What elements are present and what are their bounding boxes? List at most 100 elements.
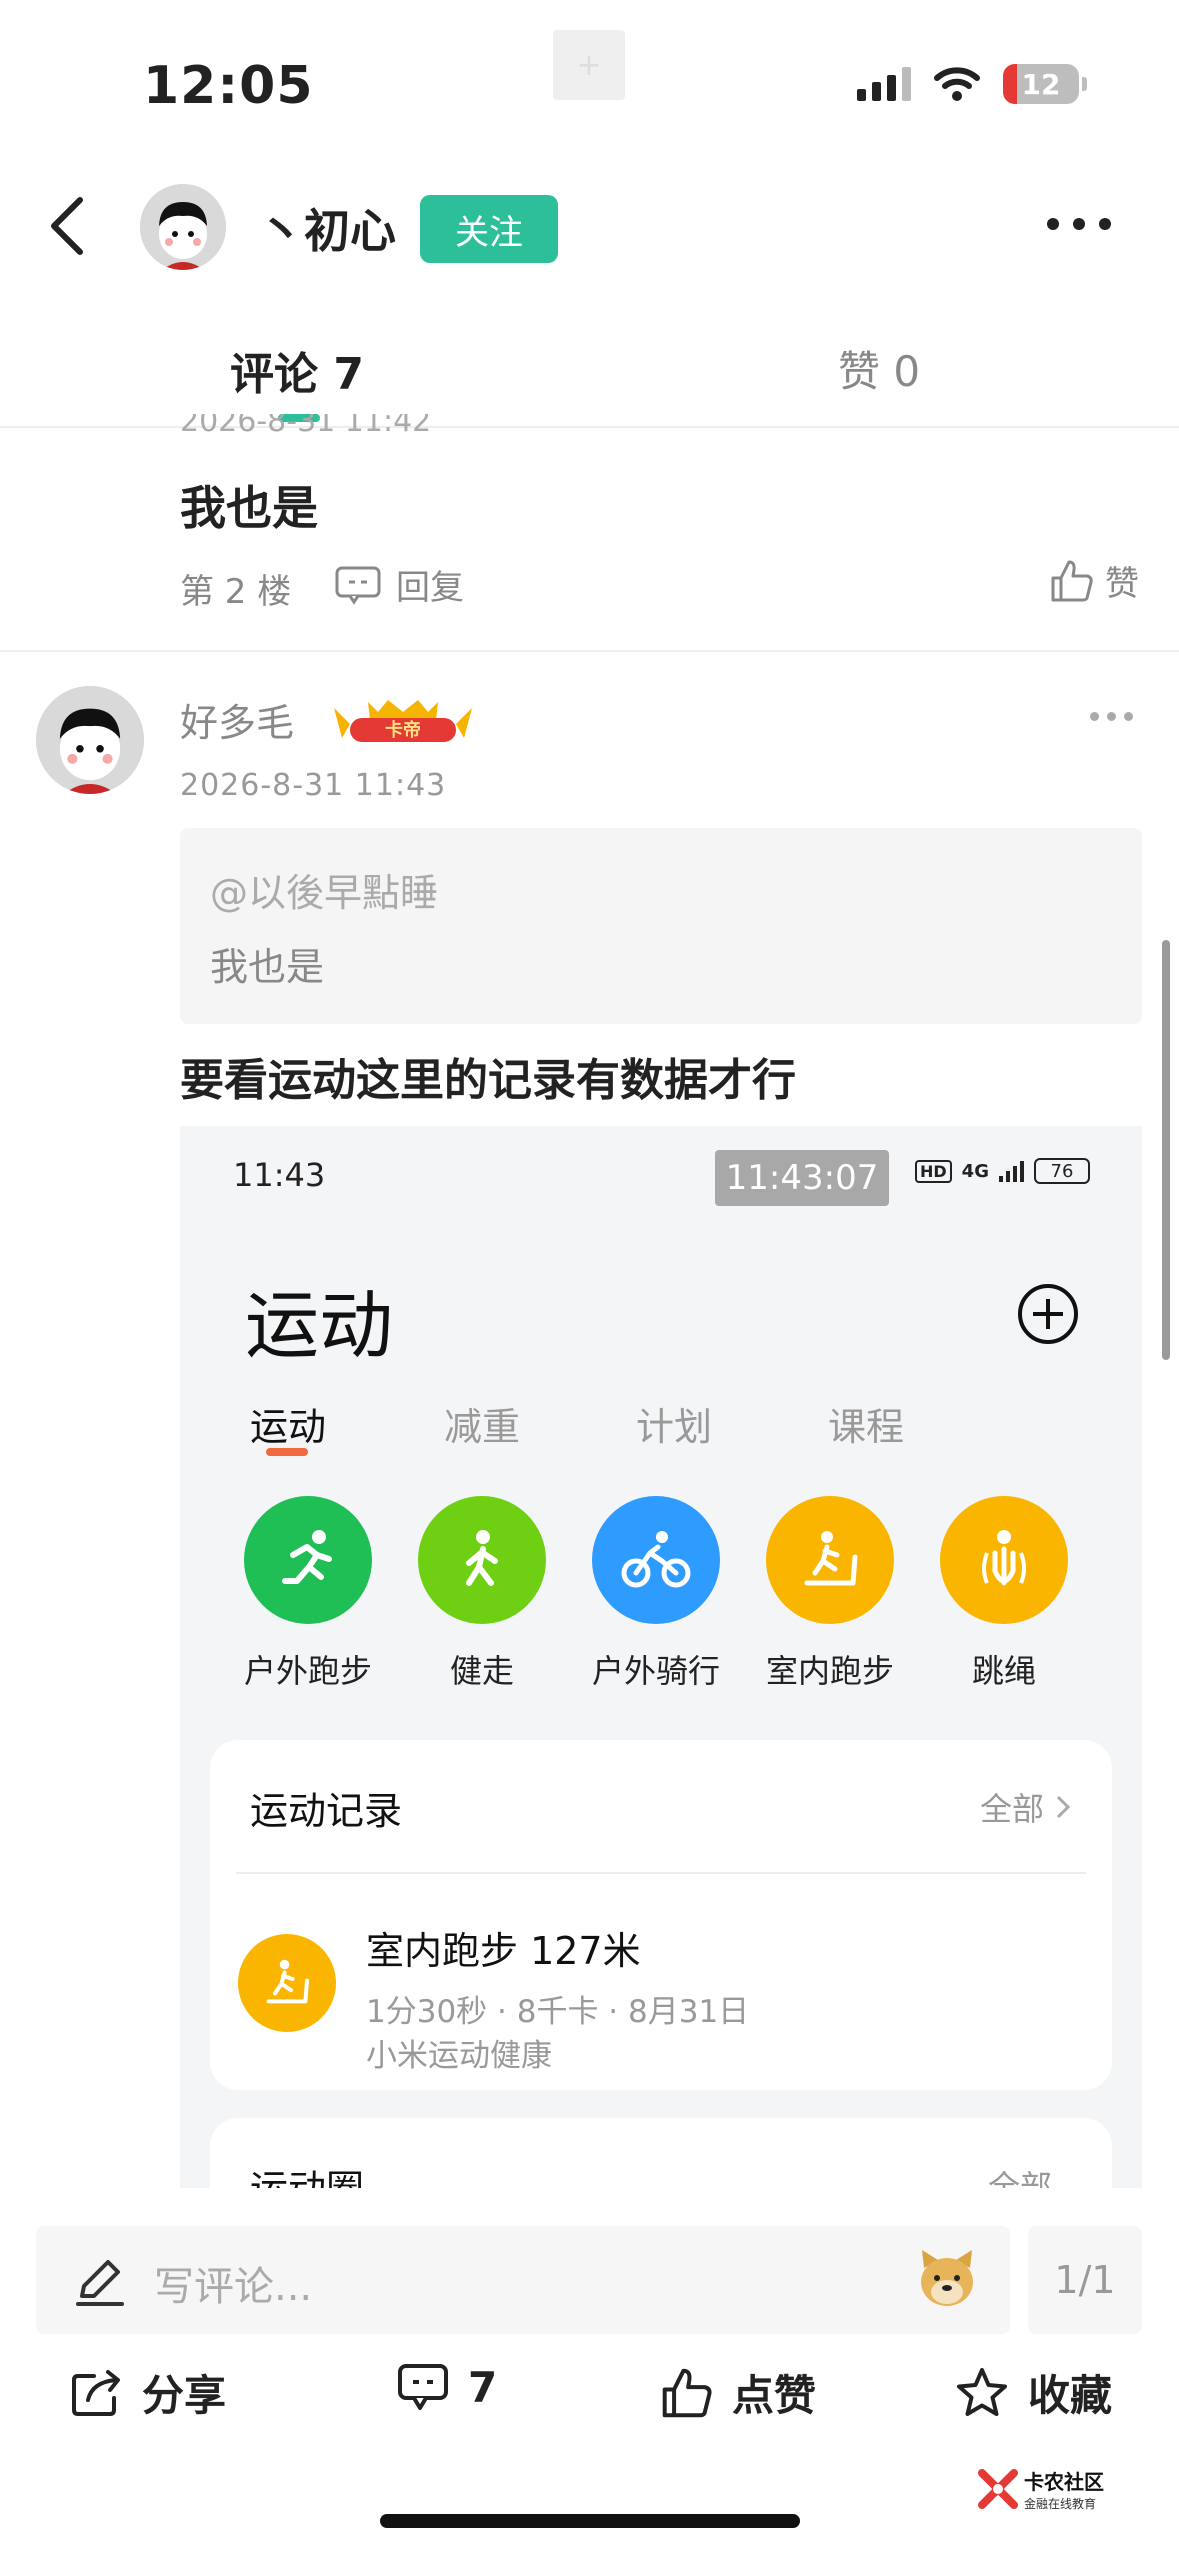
image-time-pill: 11:43:07 bbox=[715, 1150, 889, 1206]
image-status-icons: HD 4G 76 bbox=[915, 1158, 1090, 1184]
signal-icon bbox=[998, 1160, 1024, 1182]
chevron-right-icon bbox=[1056, 1795, 1071, 1819]
cartoon-face-icon bbox=[36, 686, 144, 794]
thumbs-up-icon bbox=[662, 2368, 712, 2417]
add-icon bbox=[1018, 1284, 1078, 1344]
commenter-name[interactable]: 好多毛 bbox=[180, 692, 294, 747]
treadmill-icon bbox=[766, 1496, 894, 1624]
thumbs-up-icon bbox=[1051, 560, 1093, 601]
attached-image[interactable]: 11:43 11:43:07 HD 4G 76 运动 运动 减重 计划 课程 户… bbox=[180, 1126, 1142, 2188]
image-status-time: 11:43 bbox=[233, 1156, 326, 1194]
network-label: 4G bbox=[961, 1160, 989, 1182]
comment-date: 2026-8-31 11:43 bbox=[180, 768, 447, 803]
battery-level: 12 bbox=[1021, 67, 1061, 101]
follow-button[interactable]: 关注 bbox=[420, 195, 558, 263]
next-card: 运动圈 全部 bbox=[210, 2118, 1112, 2188]
favorite-button[interactable]: 收藏 bbox=[954, 2362, 1112, 2423]
status-time: 12:05 bbox=[143, 56, 314, 116]
page-counter[interactable]: 1/1 bbox=[1028, 2226, 1142, 2334]
emoji-doge-icon[interactable] bbox=[914, 2246, 980, 2312]
record-title: 运动记录 bbox=[250, 1789, 403, 1833]
sport-item-jump-rope: 跳绳 bbox=[940, 1496, 1068, 1692]
sport-tab-indicator bbox=[266, 1448, 308, 1456]
sport-label: 户外骑行 bbox=[591, 1652, 720, 1690]
watermark-subtitle: 金融在线教育 bbox=[1024, 2497, 1097, 2511]
tab-likes[interactable]: 赞 0 bbox=[838, 338, 920, 399]
treadmill-icon bbox=[238, 1934, 336, 2032]
back-button[interactable] bbox=[40, 190, 100, 262]
comment-placeholder: 写评论... bbox=[154, 2264, 313, 2310]
wifi-icon bbox=[934, 67, 980, 101]
tab-comments[interactable]: 评论 7 bbox=[230, 338, 364, 402]
more-options-button[interactable] bbox=[1047, 218, 1111, 230]
sport-item-cycling: 户外骑行 bbox=[592, 1496, 720, 1692]
tab-divider bbox=[0, 426, 1179, 428]
star-icon bbox=[957, 2367, 1007, 2416]
scrollbar[interactable] bbox=[1162, 940, 1170, 1360]
sport-item-indoor-run: 室内跑步 bbox=[766, 1496, 894, 1692]
sport-label: 室内跑步 bbox=[765, 1652, 894, 1690]
like-label: 点赞 bbox=[732, 2371, 817, 2420]
quoted-text: 我也是 bbox=[210, 945, 325, 989]
jump-rope-icon bbox=[940, 1496, 1068, 1624]
chevron-left-icon bbox=[51, 197, 83, 255]
comment-text: 要看运动这里的记录有数据才行 bbox=[180, 1055, 796, 1106]
home-indicator[interactable] bbox=[380, 2514, 800, 2528]
record-all-link: 全部 bbox=[980, 1784, 1072, 1830]
like-post-button[interactable]: 点赞 bbox=[660, 2362, 816, 2423]
comments-count: 7 bbox=[468, 2362, 498, 2412]
status-icons: 12 bbox=[857, 64, 1087, 104]
record-meta: 1分30秒 · 8千卡 · 8月31日 bbox=[366, 1994, 750, 2030]
sport-label: 跳绳 bbox=[971, 1652, 1036, 1690]
chat-bubble-icon bbox=[335, 566, 381, 605]
comment-date: 2026-8-31 11:42 bbox=[180, 414, 432, 439]
pencil-icon bbox=[76, 2260, 124, 2306]
comment-like-button[interactable]: 赞 bbox=[1049, 556, 1139, 605]
battery-icon: 12 bbox=[1003, 64, 1087, 104]
cellular-signal-icon bbox=[857, 67, 911, 101]
site-watermark: 卡农社区 金融在线教育 bbox=[978, 2466, 1104, 2512]
reply-button[interactable]: 回复 bbox=[334, 560, 464, 609]
author-name[interactable]: 丶初心 bbox=[258, 195, 396, 261]
walking-icon bbox=[418, 1496, 546, 1624]
floor-number: 第 2 楼 bbox=[180, 572, 292, 612]
share-icon bbox=[72, 2369, 120, 2416]
next-card-all: 全部 bbox=[987, 2168, 1052, 2188]
comment-more-button[interactable] bbox=[1090, 712, 1133, 721]
sport-label: 健走 bbox=[449, 1652, 514, 1690]
comment-input[interactable]: 写评论... bbox=[36, 2226, 1010, 2334]
author-avatar[interactable] bbox=[140, 184, 226, 270]
sport-tab-3: 课程 bbox=[828, 1405, 905, 1449]
watermark-title: 卡农社区 bbox=[1024, 2470, 1104, 2494]
badge-text: 卡帝 bbox=[385, 719, 421, 741]
share-label: 分享 bbox=[142, 2371, 227, 2420]
sport-item-walk: 健走 bbox=[418, 1496, 546, 1692]
comment-icon bbox=[398, 2364, 448, 2410]
cycling-icon bbox=[592, 1496, 720, 1624]
favorite-label: 收藏 bbox=[1028, 2371, 1113, 2420]
sport-page-title: 运动 bbox=[245, 1283, 393, 1369]
quoted-reply-box bbox=[180, 828, 1142, 1024]
record-name: 室内跑步 127米 bbox=[366, 1929, 641, 1973]
share-button[interactable]: 分享 bbox=[70, 2362, 226, 2423]
record-all-label: 全部 bbox=[979, 1790, 1044, 1828]
sport-tab-1: 减重 bbox=[444, 1405, 521, 1449]
sport-tab-2: 计划 bbox=[636, 1405, 713, 1449]
sport-record-card: 运动记录 全部 室内跑步 127米 1分30秒 · 8千卡 · 8月31日 小米… bbox=[210, 1740, 1112, 2090]
top-placeholder-box: + bbox=[553, 30, 625, 100]
hd-badge: HD bbox=[915, 1159, 952, 1183]
comment-separator bbox=[0, 650, 1179, 652]
sport-tab-0: 运动 bbox=[250, 1405, 327, 1449]
comment-text: 我也是 bbox=[180, 481, 318, 535]
record-source: 小米运动健康 bbox=[366, 2038, 552, 2074]
sport-item-outdoor-run: 户外跑步 bbox=[244, 1496, 372, 1692]
reply-label: 回复 bbox=[396, 568, 464, 608]
kanong-logo-icon bbox=[978, 2469, 1018, 2509]
sport-label: 户外跑步 bbox=[243, 1652, 372, 1690]
comments-button[interactable]: 7 bbox=[396, 2362, 497, 2412]
quoted-username[interactable]: @以後早點睡 bbox=[210, 862, 438, 917]
record-divider bbox=[236, 1872, 1086, 1874]
running-icon bbox=[244, 1496, 372, 1624]
commenter-avatar[interactable] bbox=[36, 686, 144, 794]
crown-badge-icon: 卡帝 bbox=[334, 700, 472, 742]
